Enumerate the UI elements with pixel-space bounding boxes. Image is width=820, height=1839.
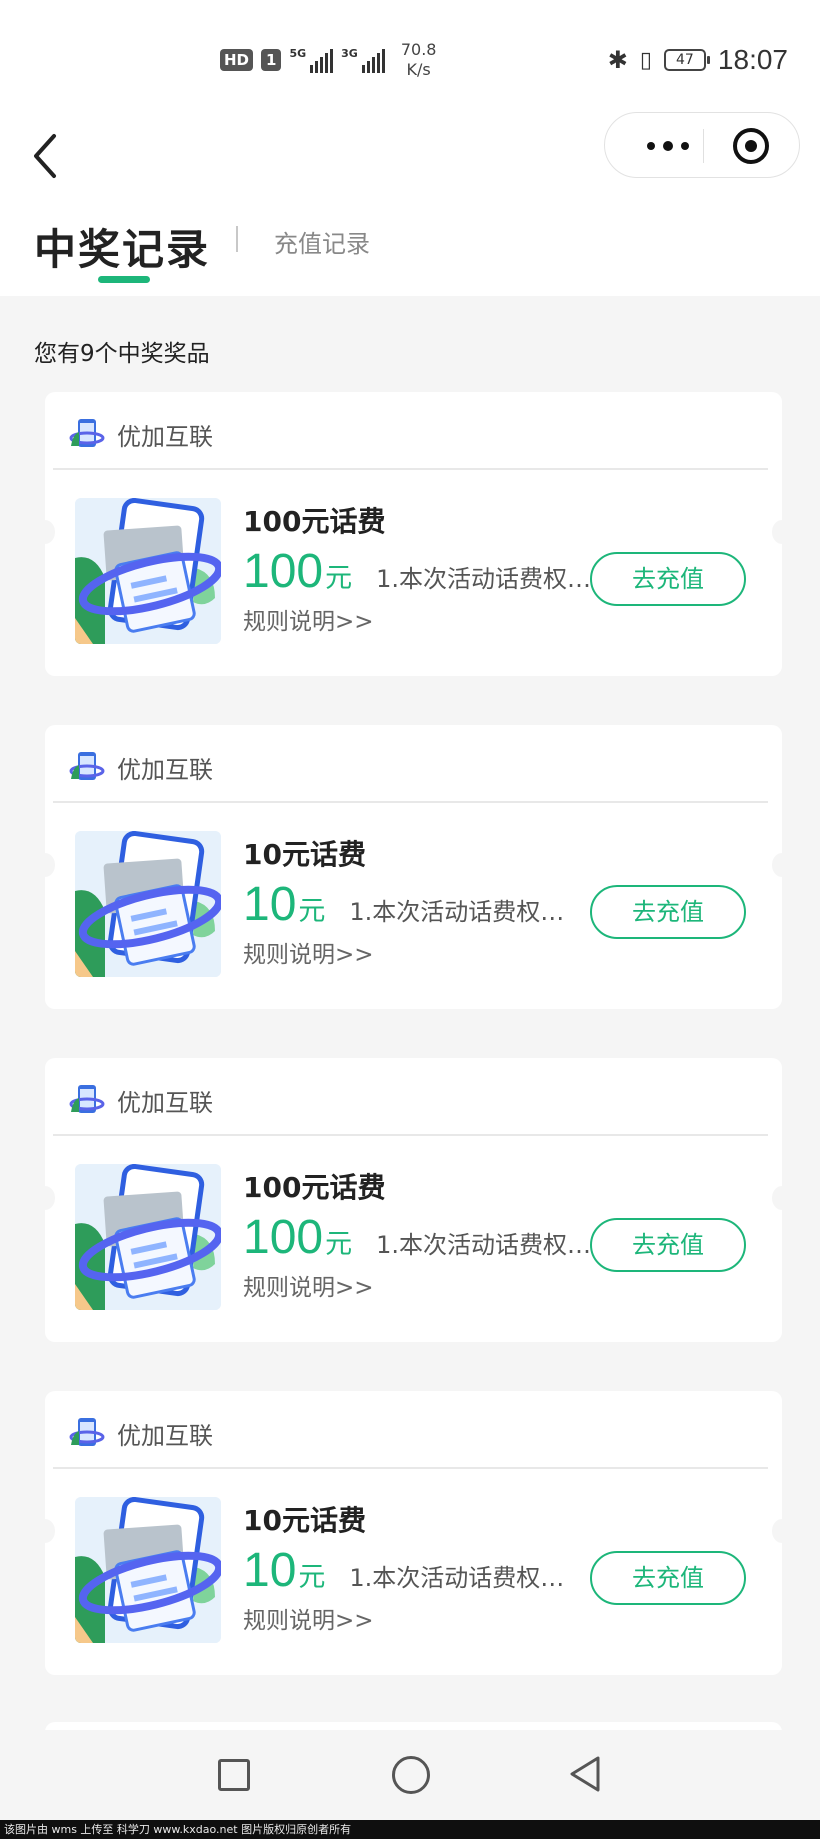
prize-card: 优加互联 10元话费 10 元 1.本次活动话费权… 规则说明>> 去充值 — [35, 725, 792, 1009]
mini-program-capsule — [604, 112, 800, 178]
prize-thumbnail — [75, 1497, 221, 1643]
prize-description: 1.本次活动话费权… — [376, 565, 591, 593]
tab-separator — [236, 226, 238, 252]
prize-title: 10元话费 — [243, 838, 366, 871]
card-header: 优加互联 — [69, 1080, 213, 1120]
tab-bar: 中奖记录 充值记录 — [0, 204, 820, 296]
battery-icon: 47 — [663, 49, 710, 71]
prize-unit: 元 — [325, 563, 353, 594]
vibrate-icon: ▯ — [639, 47, 652, 73]
brand-logo-icon — [69, 1415, 105, 1451]
status-right: ✱ ▯ 47 18:07 — [608, 44, 788, 76]
network-speed: 70.8 K/s — [401, 40, 437, 80]
bluetooth-icon: ✱ — [607, 46, 628, 74]
prize-card: 优加互联 100元话费 100 元 1.本次活动话费权… 规则说明>> 去充值 — [35, 392, 792, 676]
prize-amount: 10 — [243, 878, 297, 931]
rules-link[interactable]: 规则说明>> — [243, 1268, 374, 1302]
prize-amount: 100 — [243, 1211, 324, 1264]
prize-card: 优加互联 10元话费 10 元 1.本次活动话费权… 规则说明>> 去充值 — [35, 1391, 792, 1675]
prize-amount-row: 100 元 1.本次活动话费权… — [243, 544, 591, 599]
brand-name: 优加互联 — [117, 755, 213, 784]
prize-thumbnail — [75, 498, 221, 644]
card-divider — [53, 801, 768, 803]
brand-logo-icon — [69, 1082, 105, 1118]
recharge-button[interactable]: 去充值 — [590, 1218, 746, 1272]
signal-5g-label: 5G — [289, 47, 307, 60]
circle-icon[interactable] — [392, 1756, 430, 1794]
prize-title: 100元话费 — [243, 505, 386, 538]
sim-badge: 1 — [261, 49, 282, 71]
recharge-button[interactable]: 去充值 — [590, 552, 746, 606]
card-divider — [53, 1467, 768, 1469]
card-header: 优加互联 — [69, 747, 213, 787]
status-bar: HD 1 5G 3G 70.8 K/s ✱ ▯ 47 18:07 — [0, 0, 820, 108]
card-notch-right — [772, 520, 792, 544]
prize-title: 100元话费 — [243, 1171, 386, 1204]
triangle-back-icon[interactable] — [566, 1754, 606, 1794]
brand-logo-icon — [69, 749, 105, 785]
card-header: 优加互联 — [69, 1413, 213, 1453]
speed-unit: K/s — [406, 60, 431, 79]
capsule-divider — [703, 129, 704, 163]
nav-bar — [0, 108, 820, 204]
square-icon[interactable] — [218, 1759, 250, 1791]
signal-3g-icon: 3G — [341, 47, 385, 73]
more-dots-icon[interactable] — [633, 133, 703, 159]
brand-name: 优加互联 — [117, 422, 213, 451]
prize-description: 1.本次活动话费权… — [376, 1231, 591, 1259]
card-divider — [53, 1134, 768, 1136]
hd-badge: HD — [220, 49, 254, 71]
prize-amount: 100 — [243, 545, 324, 598]
card-divider — [53, 468, 768, 470]
card-notch-left — [35, 1519, 55, 1543]
prize-unit: 元 — [325, 1229, 353, 1260]
prize-amount: 10 — [243, 1544, 297, 1597]
status-left: HD 1 5G 3G 70.8 K/s — [220, 40, 436, 80]
system-nav-bar — [0, 1730, 820, 1820]
recharge-button[interactable]: 去充值 — [590, 885, 746, 939]
watermark-text: 该图片由 wms 上传至 科学刀 www.kxdao.net 图片版权归原创者所… — [0, 1820, 820, 1839]
recharge-button[interactable]: 去充值 — [590, 1551, 746, 1605]
tab-active-indicator — [98, 276, 150, 283]
prize-unit: 元 — [298, 1562, 326, 1593]
prize-amount-row: 100 元 1.本次活动话费权… — [243, 1210, 591, 1265]
card-notch-right — [772, 1186, 792, 1210]
chevron-left-icon[interactable] — [26, 122, 70, 182]
card-notch-right — [772, 853, 792, 877]
signal-5g-icon: 5G — [289, 47, 334, 73]
prize-amount-row: 10 元 1.本次活动话费权… — [243, 1543, 564, 1598]
rules-link[interactable]: 规则说明>> — [243, 1601, 374, 1635]
card-notch-left — [35, 853, 55, 877]
clock: 18:07 — [717, 44, 788, 75]
brand-name: 优加互联 — [117, 1088, 213, 1117]
prize-card: 优加互联 100元话费 100 元 1.本次活动话费权… 规则说明>> 去充值 — [35, 1058, 792, 1342]
target-circle-icon[interactable] — [733, 128, 769, 164]
prize-title: 10元话费 — [243, 1504, 366, 1537]
prize-description: 1.本次活动话费权… — [349, 898, 565, 926]
brand-name: 优加互联 — [117, 1421, 213, 1450]
brand-logo-icon — [69, 416, 105, 452]
rules-link[interactable]: 规则说明>> — [243, 602, 374, 636]
signal-3g-label: 3G — [341, 47, 358, 60]
tab-recharge-records[interactable]: 充值记录 — [274, 224, 370, 259]
prize-thumbnail — [75, 831, 221, 977]
rules-link[interactable]: 规则说明>> — [243, 935, 374, 969]
card-notch-left — [35, 1186, 55, 1210]
card-notch-left — [35, 520, 55, 544]
tab-winning-records[interactable]: 中奖记录 — [34, 216, 210, 277]
card-header: 优加互联 — [69, 414, 213, 454]
prize-amount-row: 10 元 1.本次活动话费权… — [243, 877, 564, 932]
prize-description: 1.本次活动话费权… — [349, 1564, 565, 1592]
prize-count-text: 您有9个中奖奖品 — [34, 341, 210, 367]
prize-unit: 元 — [298, 896, 326, 927]
speed-value: 70.8 — [400, 40, 437, 59]
card-notch-right — [772, 1519, 792, 1543]
prize-thumbnail — [75, 1164, 221, 1310]
